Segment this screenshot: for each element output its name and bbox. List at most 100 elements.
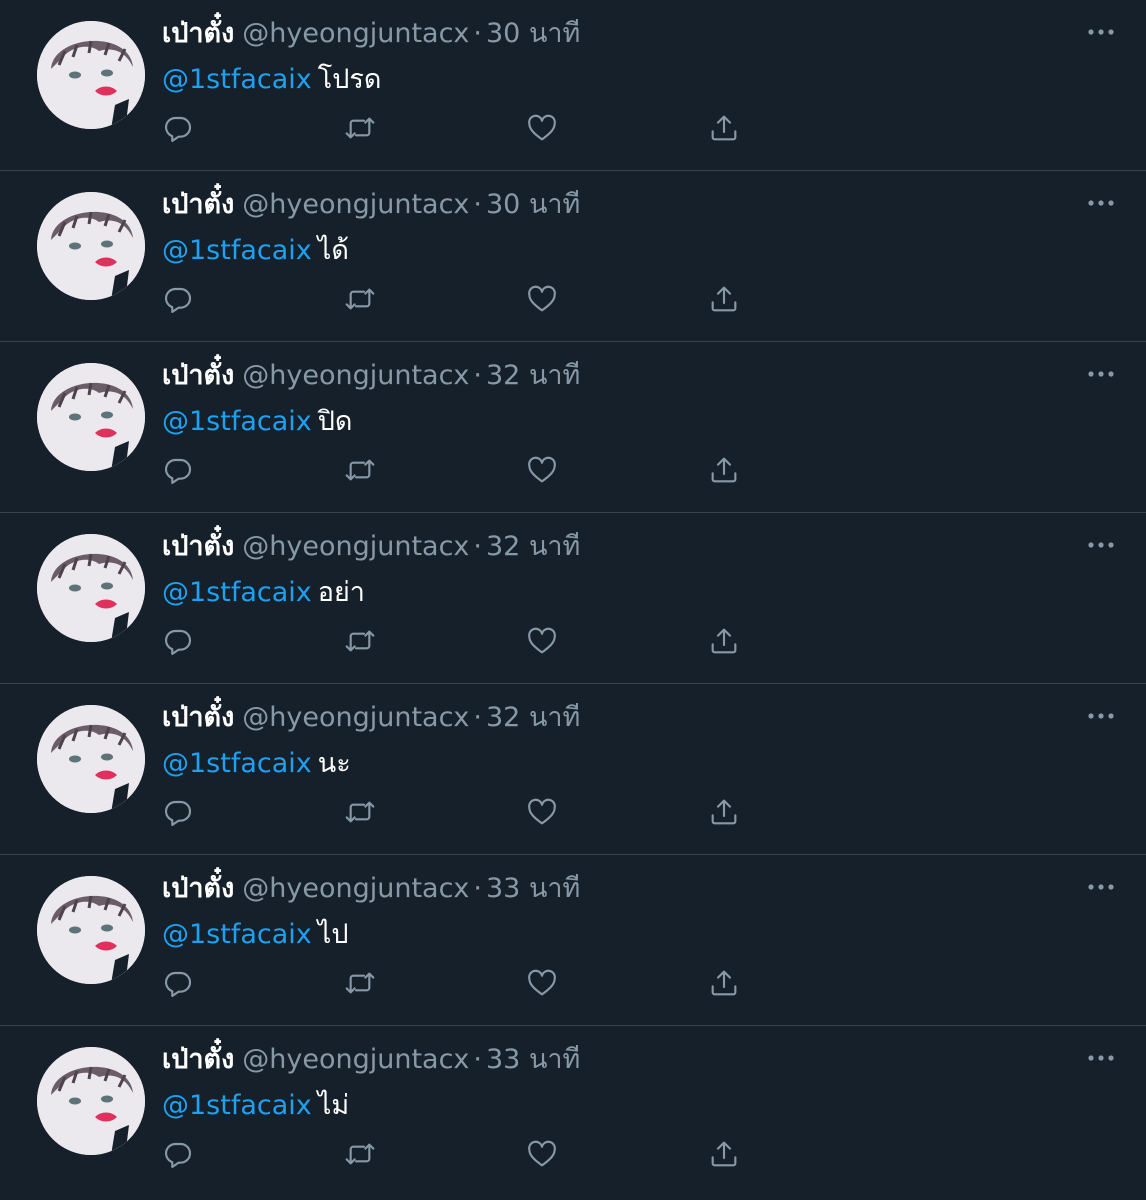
display-name[interactable]: เป่าตั๋ง [162,18,234,49]
user-handle[interactable]: @hyeongjuntacx [242,189,469,220]
separator-dot: · [473,360,482,391]
user-handle[interactable]: @hyeongjuntacx [242,1044,469,1075]
retweet-icon [345,1143,375,1165]
reply-button[interactable] [162,454,194,486]
retweet-button[interactable] [344,454,376,486]
tweet-text: @1stfacaix อย่า [162,575,365,611]
display-name[interactable]: เป่าตั๋ง [162,189,234,220]
tweet-content: อย่า [317,577,365,608]
user-handle[interactable]: @hyeongjuntacx [242,18,469,49]
tweet-header: เป่าตั๋ง @hyeongjuntacx · 32 นาที [162,700,580,736]
like-button[interactable] [526,796,558,828]
user-handle[interactable]: @hyeongjuntacx [242,873,469,904]
tweet-header: เป่าตั๋ง @hyeongjuntacx · 33 นาที [162,871,580,907]
timestamp[interactable]: 30 นาที [486,189,580,220]
tweet-text: @1stfacaix ได้ [162,233,349,269]
like-button[interactable] [526,967,558,999]
reply-button[interactable] [162,112,194,144]
reply-button[interactable] [162,967,194,999]
retweet-icon [345,117,375,139]
mention-link[interactable]: @1stfacaix [162,748,312,779]
tweet[interactable]: เป่าตั๋ง @hyeongjuntacx · 33 นาที @1stfacai… [0,855,1146,1026]
retweet-icon [345,459,375,481]
tweet-content: นะ [317,748,351,779]
mention-link[interactable]: @1stfacaix [162,64,312,95]
retweet-button[interactable] [344,796,376,828]
display-name[interactable]: เป่าตั๋ง [162,531,234,562]
mention-link[interactable]: @1stfacaix [162,235,312,266]
more-icon[interactable] [1086,706,1116,726]
share-button[interactable] [708,967,740,999]
retweet-button[interactable] [344,967,376,999]
share-button[interactable] [708,112,740,144]
timestamp[interactable]: 33 นาที [486,1044,580,1075]
mention-link[interactable]: @1stfacaix [162,577,312,608]
share-button[interactable] [708,283,740,315]
reply-button[interactable] [162,796,194,828]
tweet[interactable]: เป่าตั๋ง @hyeongjuntacx · 32 นาที @1stfacai… [0,684,1146,855]
tweet-header: เป่าตั๋ง @hyeongjuntacx · 30 นาที [162,16,580,52]
like-button[interactable] [526,112,558,144]
reply-button[interactable] [162,625,194,657]
share-button[interactable] [708,454,740,486]
separator-dot: · [473,189,482,220]
like-button[interactable] [526,454,558,486]
tweet-content: ได้ [317,235,349,266]
mention-link[interactable]: @1stfacaix [162,1090,312,1121]
reply-button[interactable] [162,283,194,315]
more-icon[interactable] [1086,22,1116,42]
retweet-button[interactable] [344,283,376,315]
timestamp[interactable]: 30 นาที [486,18,580,49]
mention-link[interactable]: @1stfacaix [162,919,312,950]
more-icon[interactable] [1086,193,1116,213]
separator-dot: · [473,531,482,562]
tweet-actions [0,967,1146,1007]
timestamp[interactable]: 32 นาที [486,360,580,391]
more-icon[interactable] [1086,1048,1116,1068]
reply-icon [164,458,192,484]
user-handle[interactable]: @hyeongjuntacx [242,702,469,733]
user-handle[interactable]: @hyeongjuntacx [242,360,469,391]
share-button[interactable] [708,625,740,657]
tweet[interactable]: เป่าตั๋ง @hyeongjuntacx · 30 นาที @1stfacai… [0,0,1146,171]
more-icon[interactable] [1086,877,1116,897]
share-button[interactable] [708,1138,740,1170]
user-handle[interactable]: @hyeongjuntacx [242,531,469,562]
display-name[interactable]: เป่าตั๋ง [162,873,234,904]
tweet-actions [0,1138,1146,1178]
like-button[interactable] [526,1138,558,1170]
tweet-text: @1stfacaix ปิด [162,404,352,440]
display-name[interactable]: เป่าตั๋ง [162,702,234,733]
like-button[interactable] [526,625,558,657]
tweet-content: ปิด [317,406,353,437]
more-icon[interactable] [1086,535,1116,555]
heart-icon [528,969,556,996]
reply-icon [164,116,192,142]
timestamp[interactable]: 32 นาที [486,531,580,562]
separator-dot: · [473,18,482,49]
display-name[interactable]: เป่าตั๋ง [162,1044,234,1075]
tweet[interactable]: เป่าตั๋ง @hyeongjuntacx · 30 นาที @1stfacai… [0,171,1146,342]
retweet-icon [345,288,375,310]
tweet[interactable]: เป่าตั๋ง @hyeongjuntacx · 32 นาที @1stfacai… [0,342,1146,513]
timestamp[interactable]: 32 นาที [486,702,580,733]
tweet-text: @1stfacaix ไม่ [162,1088,349,1124]
display-name[interactable]: เป่าตั๋ง [162,360,234,391]
like-button[interactable] [526,283,558,315]
tweet[interactable]: เป่าตั๋ง @hyeongjuntacx · 32 นาที @1stfacai… [0,513,1146,684]
tweet-content: โปรด [317,64,382,95]
tweet[interactable]: เป่าตั๋ง @hyeongjuntacx · 33 นาที @1stfacai… [0,1026,1146,1197]
retweet-button[interactable] [344,112,376,144]
retweet-button[interactable] [344,625,376,657]
tweet-content: ไป [317,919,349,950]
timestamp[interactable]: 33 นาที [486,873,580,904]
share-button[interactable] [708,796,740,828]
more-icon[interactable] [1086,364,1116,384]
reply-button[interactable] [162,1138,194,1170]
share-icon [711,628,737,654]
retweet-button[interactable] [344,1138,376,1170]
heart-icon [528,627,556,654]
share-icon [711,970,737,996]
mention-link[interactable]: @1stfacaix [162,406,312,437]
separator-dot: · [473,702,482,733]
